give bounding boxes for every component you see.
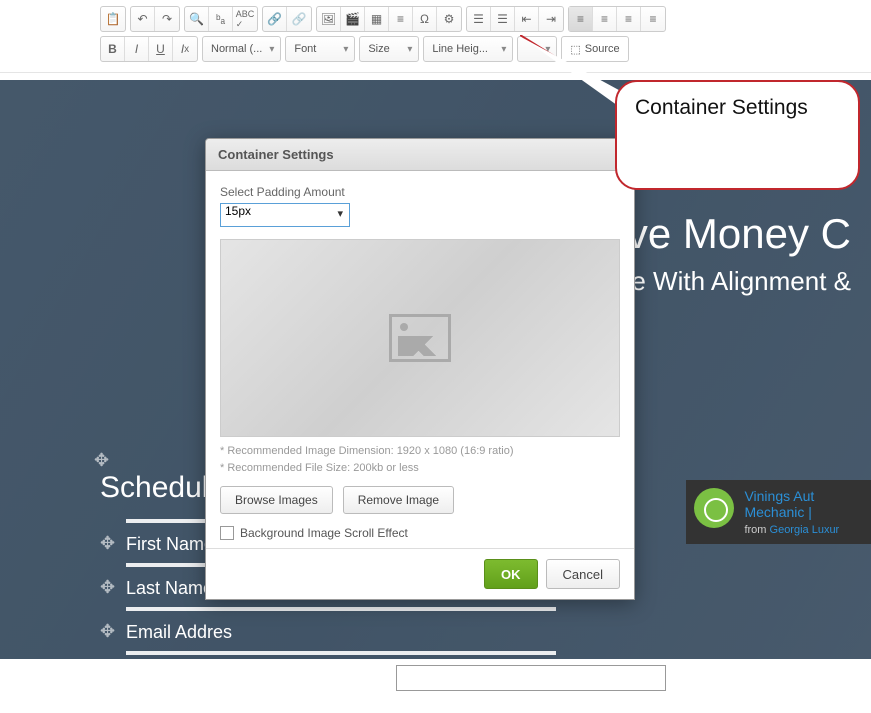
italic-button[interactable]: I	[125, 37, 149, 61]
bullet-list-icon[interactable]: ☰	[491, 7, 515, 31]
redo-icon[interactable]: ↷	[155, 7, 179, 31]
specialchar-icon[interactable]: Ω	[413, 7, 437, 31]
settings-icon[interactable]: ⚙	[437, 7, 461, 31]
align-left-icon[interactable]: ≡	[569, 7, 593, 31]
font-select[interactable]: Font	[285, 36, 355, 62]
container-settings-dialog: Container Settings Select Padding Amount…	[205, 138, 635, 600]
underline-button[interactable]: U	[149, 37, 173, 61]
move-handle-icon[interactable]: ✥	[100, 533, 122, 555]
hint-dimension: * Recommended Image Dimension: 1920 x 10…	[220, 443, 620, 460]
extra-select[interactable]	[517, 36, 557, 62]
size-select[interactable]: Size	[359, 36, 419, 62]
editor-toolbar: 📋 ↶ ↷ 🔍 ᵇₐ ABC✓ 🔗 🔗 🖼 🎬 ▦ ≡ Ω ⚙ ☰ ☰ ⇤ ⇥	[0, 0, 871, 73]
ok-button[interactable]: OK	[484, 559, 538, 589]
hero-line1: ave Money C	[604, 210, 851, 258]
form-divider	[126, 699, 556, 703]
callout-bubble: Container Settings	[615, 80, 860, 190]
spellcheck-icon[interactable]: ABC✓	[233, 7, 257, 31]
move-handle-icon[interactable]: ✥	[100, 621, 122, 643]
bold-button[interactable]: B	[101, 37, 125, 61]
hero-line2: e With Alignment &	[604, 266, 851, 297]
align-center-icon[interactable]: ≡	[593, 7, 617, 31]
hr-icon[interactable]: ≡	[389, 7, 413, 31]
video-title: Vinings AutMechanic | from Georgia Luxur	[744, 488, 839, 536]
padding-label: Select Padding Amount	[220, 185, 620, 199]
move-handle-icon[interactable]: ✥	[100, 667, 122, 689]
hint-filesize: * Recommended File Size: 200kb or less	[220, 460, 620, 477]
image-icon[interactable]: 🖼	[317, 7, 341, 31]
source-icon: ⬚	[570, 43, 580, 56]
align-right-icon[interactable]: ≡	[617, 7, 641, 31]
callout-text: Container Settings	[635, 96, 808, 119]
hero-text: ave Money C e With Alignment &	[604, 210, 851, 297]
form-divider	[126, 651, 556, 655]
unlink-icon[interactable]: 🔗	[287, 7, 311, 31]
table-icon[interactable]: ▦	[365, 7, 389, 31]
email-label: Email Addres	[126, 622, 276, 643]
cancel-button[interactable]: Cancel	[546, 559, 620, 589]
source-label: Source	[585, 43, 620, 55]
best-time-input[interactable]	[396, 665, 666, 691]
best-time-label: Best Time	[126, 668, 276, 689]
move-handle-icon[interactable]: ✥	[94, 450, 109, 470]
video-card[interactable]: Vinings AutMechanic | from Georgia Luxur	[686, 480, 871, 544]
toolbar-row-1: 📋 ↶ ↷ 🔍 ᵇₐ ABC✓ 🔗 🔗 🖼 🎬 ▦ ≡ Ω ⚙ ☰ ☰ ⇤ ⇥	[100, 6, 771, 32]
dialog-body: Select Padding Amount 15px * Recommended…	[206, 171, 634, 548]
video-icon[interactable]: 🎬	[341, 7, 365, 31]
dialog-title: Container Settings	[206, 139, 634, 171]
padding-select[interactable]: 15px	[220, 203, 350, 227]
lineheight-select[interactable]: Line Heig...	[423, 36, 513, 62]
numbered-list-icon[interactable]: ☰	[467, 7, 491, 31]
video-from-prefix: from	[744, 524, 769, 536]
move-handle-icon[interactable]: ✥	[100, 577, 122, 599]
image-preview	[220, 239, 620, 437]
remove-image-button[interactable]: Remove Image	[343, 486, 454, 514]
indent-icon[interactable]: ⇥	[539, 7, 563, 31]
replace-icon[interactable]: ᵇₐ	[209, 7, 233, 31]
scroll-effect-checkbox[interactable]	[220, 526, 234, 540]
scroll-effect-label: Background Image Scroll Effect	[240, 526, 408, 540]
link-icon[interactable]: 🔗	[263, 7, 287, 31]
source-button[interactable]: ⬚ Source	[561, 36, 628, 62]
toolbar-row-2: B I U Ix Normal (... Font Size Line Heig…	[100, 36, 771, 62]
avatar-icon	[694, 488, 734, 528]
dialog-footer: OK Cancel	[206, 548, 634, 599]
clear-format-button[interactable]: Ix	[173, 37, 197, 61]
undo-icon[interactable]: ↶	[131, 7, 155, 31]
browse-images-button[interactable]: Browse Images	[220, 486, 333, 514]
align-justify-icon[interactable]: ≡	[641, 7, 665, 31]
find-icon[interactable]: 🔍	[185, 7, 209, 31]
image-placeholder-icon	[389, 314, 451, 362]
form-divider	[126, 607, 556, 611]
video-from-link[interactable]: Georgia Luxur	[770, 524, 840, 536]
outdent-icon[interactable]: ⇤	[515, 7, 539, 31]
paste-icon[interactable]: 📋	[101, 7, 125, 31]
format-select[interactable]: Normal (...	[202, 36, 281, 62]
